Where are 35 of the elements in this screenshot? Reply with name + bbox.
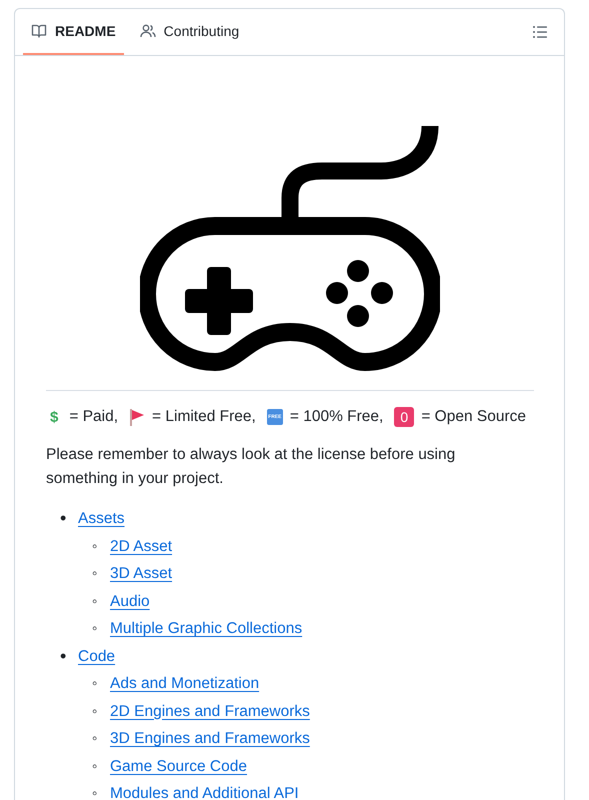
section-link[interactable]: Assets [78,505,125,532]
legend-label: = Open Source [421,408,526,426]
bullet: • [60,507,68,530]
subsection-link[interactable]: Ads and Monetization [110,670,260,698]
flag-icon [129,408,146,426]
bullet: ◦ [92,592,98,612]
subsection-link[interactable]: Multiple Graphic Collections [110,615,302,642]
subsection-link[interactable]: Audio [110,588,150,615]
zero-badge: 0 [394,407,414,427]
dollar-sign: $ [50,408,58,426]
tab[interactable]: README [23,9,124,55]
tab[interactable]: Contributing [132,9,248,55]
intro-paragraph: Please remember to always look at the license before using something in your project. [46,445,456,489]
bullet: ◦ [92,784,98,800]
bullet: ◦ [92,536,98,556]
subsection-link[interactable]: 3D Asset [110,560,172,588]
list-icon[interactable] [532,24,548,40]
bullet: • [60,644,68,668]
bullet: ◦ [92,702,98,722]
subsection-link[interactable]: 3D Engines and Frameworks [110,725,310,752]
bullet: ◦ [92,756,98,776]
legend-label: = 100% Free, [290,408,384,426]
people-icon [140,23,156,39]
section-link[interactable]: Code [78,642,116,670]
subsection-link[interactable]: 2D Asset [110,532,172,560]
subsection-link[interactable]: Game Source Code [110,752,247,780]
book-icon [31,23,47,39]
bullet: ◦ [92,564,98,584]
legend-label: = Paid, [69,408,118,426]
legend-label: = Limited Free, [152,408,256,426]
bullet: ◦ [92,674,98,694]
subsection-link[interactable]: 2D Engines and Frameworks [110,698,310,725]
bullet: ◦ [92,619,98,639]
subsection-link[interactable]: Modules and Additional API [110,780,299,800]
bullet: ◦ [92,729,98,749]
